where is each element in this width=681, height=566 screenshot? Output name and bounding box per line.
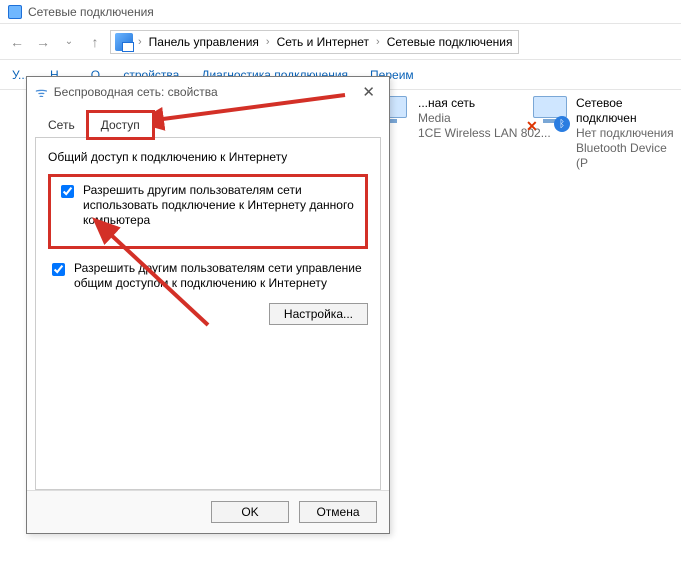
breadcrumb[interactable]: › Панель управления › Сеть и Интернет › … [110, 30, 519, 54]
group-heading: Общий доступ к подключению к Интернету [48, 150, 368, 164]
close-button[interactable]: ✕ [356, 83, 381, 101]
adapter-labels: Сетевое подключен Нет подключения Blueto… [576, 96, 681, 171]
bluetooth-icon: ᛒ [554, 116, 570, 132]
checkbox-allow-control-input[interactable] [52, 263, 65, 276]
wifi-icon: ᯤ [35, 83, 48, 102]
up-button[interactable]: ↑ [84, 31, 106, 53]
ok-button[interactable]: OK [211, 501, 289, 523]
recent-dropdown[interactable]: ⌄ [58, 31, 80, 53]
configure-button[interactable]: Настройка... [269, 303, 368, 325]
chevron-right-icon: › [263, 36, 273, 48]
dialog-title-bar: ᯤ Беспроводная сеть: свойства ✕ [27, 77, 389, 107]
tab-strip: Сеть Доступ [27, 111, 389, 137]
back-button[interactable]: ← [6, 31, 28, 53]
adapter-bluetooth[interactable]: ✕ ᛒ Сетевое подключен Нет подключения Bl… [530, 96, 681, 171]
crumb-net-connections[interactable]: Сетевые подключения [385, 35, 515, 49]
highlighted-option: Разрешить другим пользователям сети испо… [48, 174, 368, 249]
properties-dialog: ᯤ Беспроводная сеть: свойства ✕ Сеть Дос… [26, 76, 390, 534]
dialog-button-row: OK Отмена [27, 490, 389, 533]
crumb-net-internet[interactable]: Сеть и Интернет [275, 35, 371, 49]
forward-button[interactable]: → [32, 31, 54, 53]
checkbox-allow-control[interactable]: Разрешить другим пользователям сети упра… [48, 261, 368, 291]
cancel-button[interactable]: Отмена [299, 501, 377, 523]
tab-panel-sharing: Общий доступ к подключению к Интернету Р… [35, 137, 381, 490]
control-panel-icon [115, 33, 133, 51]
window-title: Сетевые подключения [28, 5, 154, 19]
window-title-bar: Сетевые подключения [0, 0, 681, 24]
nav-row: ← → ⌄ ↑ › Панель управления › Сеть и Инт… [0, 24, 681, 60]
disconnected-icon: ✕ [526, 118, 540, 132]
chevron-right-icon: › [373, 36, 383, 48]
checkbox-allow-share-input[interactable] [61, 185, 74, 198]
tab-network[interactable]: Сеть [35, 112, 88, 138]
chevron-right-icon: › [135, 36, 145, 48]
crumb-control-panel[interactable]: Панель управления [147, 35, 261, 49]
checkbox-allow-control-label: Разрешить другим пользователям сети упра… [74, 261, 368, 291]
adapter-name: Сетевое подключен [576, 96, 681, 126]
checkbox-allow-share[interactable]: Разрешить другим пользователям сети испо… [57, 183, 359, 228]
adapter-wifi[interactable]: ...ная сеть Media 1CE Wireless LAN 802..… [370, 96, 551, 141]
window-icon [8, 5, 22, 19]
dialog-title: Беспроводная сеть: свойства [54, 85, 218, 99]
tab-sharing[interactable]: Доступ [88, 112, 153, 138]
adapter-device: Bluetooth Device (P [576, 141, 681, 171]
adapter-status: Нет подключения [576, 126, 681, 141]
adapter-icon: ✕ ᛒ [530, 96, 568, 130]
checkbox-allow-share-label: Разрешить другим пользователям сети испо… [83, 183, 359, 228]
